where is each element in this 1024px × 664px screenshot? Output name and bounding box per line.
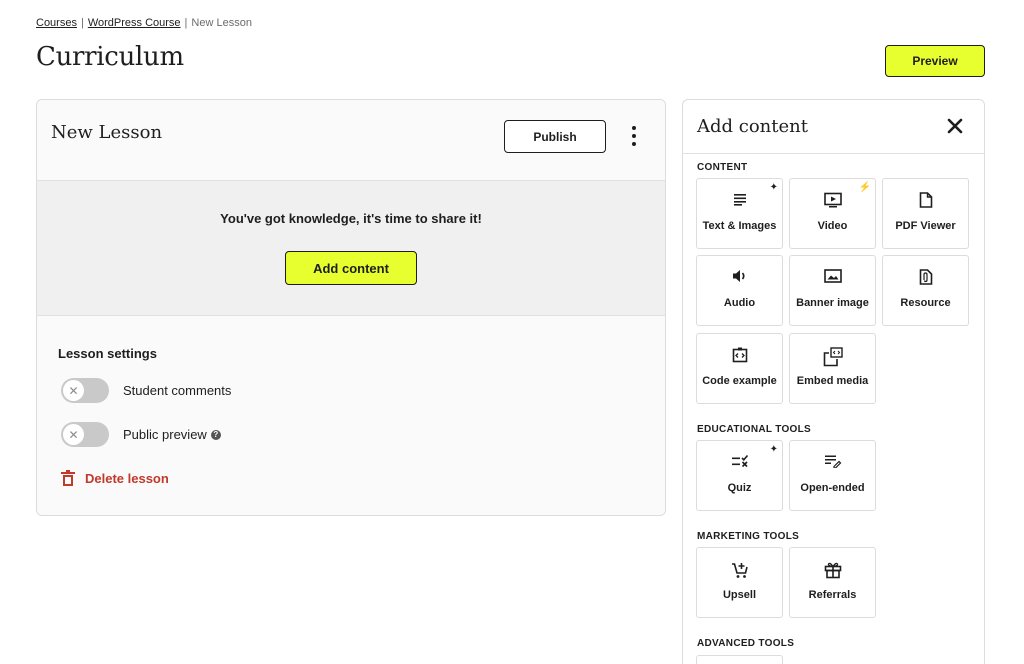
lesson-settings-title: Lesson settings <box>58 346 157 361</box>
tile-banner-image[interactable]: Banner image <box>789 255 876 326</box>
help-icon[interactable]: ? <box>210 429 221 440</box>
tile-text-images[interactable]: ✦ Text & Images <box>696 178 783 249</box>
tile-open-ended[interactable]: Open-ended <box>789 440 876 511</box>
panel-title: Add content <box>697 116 808 137</box>
tile-label: PDF Viewer <box>895 220 956 232</box>
section-label-educational-tools: EDUCATIONAL TOOLS <box>697 424 811 435</box>
text-lines-icon <box>733 194 746 206</box>
video-play-icon <box>823 192 842 208</box>
add-content-panel: Add content CONTENT ✦ Text & Images ⚡ Vi… <box>682 99 985 664</box>
tile-video[interactable]: ⚡ Video <box>789 178 876 249</box>
trash-icon <box>61 470 75 486</box>
section-label-content: CONTENT <box>697 162 748 173</box>
tile-label: Audio <box>723 297 756 309</box>
add-content-button[interactable]: Add content <box>285 251 417 285</box>
delete-lesson-button[interactable]: Delete lesson <box>61 470 169 486</box>
gift-icon <box>824 562 841 579</box>
cart-plus-icon <box>731 563 748 578</box>
tile-resource[interactable]: Resource <box>882 255 969 326</box>
tile-label: Text & Images <box>702 220 777 232</box>
speaker-icon <box>732 270 745 282</box>
section-label-advanced-tools: ADVANCED TOOLS <box>697 638 795 649</box>
toggle-off-icon: ✕ <box>63 380 84 401</box>
student-comments-toggle[interactable]: ✕ <box>61 378 109 403</box>
embed-media-icon <box>823 347 843 367</box>
panel-header: Add content <box>683 100 984 154</box>
lesson-header: New Lesson Publish <box>37 100 665 180</box>
breadcrumb-separator: | <box>80 17 84 29</box>
tile-label: Video <box>817 220 848 232</box>
open-ended-icon <box>824 455 841 468</box>
tile-label: Open-ended <box>800 482 865 494</box>
document-icon <box>919 192 932 208</box>
public-preview-toggle[interactable]: ✕ <box>61 422 109 447</box>
preview-button[interactable]: Preview <box>885 45 985 77</box>
breadcrumb-current: New Lesson <box>191 17 252 29</box>
close-icon[interactable] <box>945 116 965 136</box>
tile-quiz[interactable]: ✦ Quiz <box>696 440 783 511</box>
student-comments-row: ✕ Student comments <box>61 378 231 403</box>
tile-referrals[interactable]: Referrals <box>789 547 876 618</box>
breadcrumb-courses[interactable]: Courses <box>36 17 77 29</box>
section-label-marketing-tools: MARKETING TOOLS <box>697 531 800 542</box>
tile-pdf-viewer[interactable]: PDF Viewer <box>882 178 969 249</box>
breadcrumb-separator: | <box>184 17 188 29</box>
tile-code-example[interactable]: Code example <box>696 333 783 404</box>
toggle-off-icon: ✕ <box>63 424 84 445</box>
tile-label: Resource <box>900 297 951 309</box>
attachment-file-icon <box>919 269 932 285</box>
tile-upsell[interactable]: Upsell <box>696 547 783 618</box>
publish-button[interactable]: Publish <box>504 120 606 153</box>
empty-state-message: You've got knowledge, it's time to share… <box>220 211 482 226</box>
breadcrumb-wordpress-course[interactable]: WordPress Course <box>88 17 181 29</box>
tile-audio[interactable]: Audio <box>696 255 783 326</box>
lesson-settings: Lesson settings ✕ Student comments ✕ Pub… <box>37 316 665 515</box>
breadcrumb: Courses | WordPress Course | New Lesson <box>36 17 252 29</box>
tile-label: Embed media <box>796 375 869 387</box>
public-preview-row: ✕ Public preview ? <box>61 422 221 447</box>
tile-label: Referrals <box>808 589 857 601</box>
page-title: Curriculum <box>36 42 184 72</box>
lesson-empty-state: You've got knowledge, it's time to share… <box>37 180 665 316</box>
delete-lesson-label: Delete lesson <box>85 470 169 486</box>
tile-label: Quiz <box>727 482 752 494</box>
tile-embed-media[interactable]: Embed media <box>789 333 876 404</box>
more-options-icon[interactable] <box>627 126 641 146</box>
code-icon <box>732 347 747 363</box>
tile-advanced-partial[interactable] <box>696 655 783 664</box>
image-icon <box>823 269 842 283</box>
lesson-title[interactable]: New Lesson <box>51 122 162 143</box>
quiz-icon <box>731 454 748 468</box>
lesson-card: New Lesson Publish You've got knowledge,… <box>36 99 666 516</box>
public-preview-label: Public preview <box>123 427 207 442</box>
student-comments-label: Student comments <box>123 383 232 398</box>
tile-label: Code example <box>702 375 777 387</box>
tile-label: Upsell <box>722 589 756 601</box>
tile-label: Banner image <box>796 297 869 309</box>
